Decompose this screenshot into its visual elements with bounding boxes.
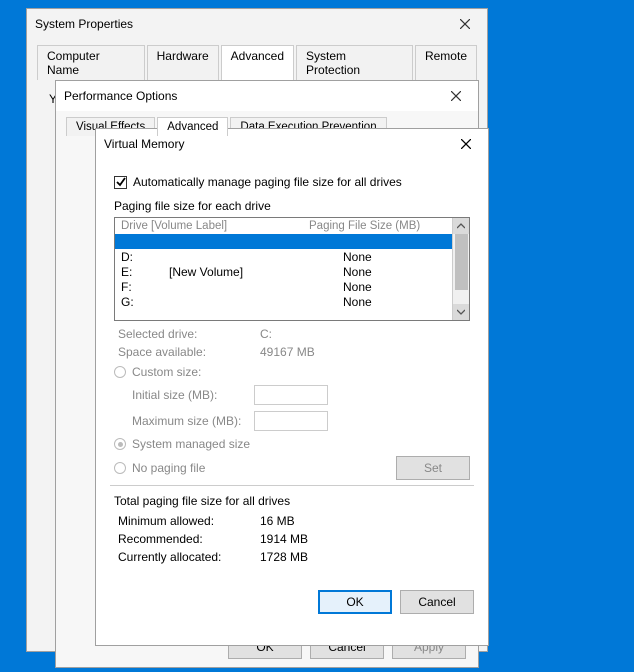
custom-size-radio-row: Custom size:	[114, 365, 470, 379]
drive-list-header: Drive [Volume Label] Paging File Size (M…	[115, 218, 469, 234]
virtual-memory-buttons: OK Cancel	[96, 582, 488, 626]
scroll-thumb[interactable]	[455, 234, 468, 290]
tab-perf-advanced[interactable]: Advanced	[157, 117, 228, 136]
virtual-memory-window: Virtual Memory Automatically manage pagi…	[95, 128, 489, 646]
selected-drive-label: Selected drive:	[118, 327, 248, 341]
total-section-header: Total paging file size for all drives	[114, 494, 470, 508]
recommended-label: Recommended:	[118, 532, 248, 546]
drive-volume-label: [New Volume]	[169, 265, 343, 279]
scroll-down-icon[interactable]	[453, 304, 469, 320]
col-pfs-label: Paging File Size (MB)	[309, 220, 429, 232]
maximum-size-input[interactable]	[254, 411, 328, 431]
drive-letter: G:	[121, 295, 169, 309]
drive-row[interactable]: E: [New Volume] None	[115, 264, 469, 279]
drive-list-scrollbar[interactable]	[452, 218, 469, 320]
tab-system-protection[interactable]: System Protection	[296, 45, 413, 80]
space-available-value: 49167 MB	[260, 345, 470, 359]
drive-pfs: None	[343, 295, 463, 309]
auto-manage-checkbox-row: Automatically manage paging file size fo…	[114, 175, 470, 189]
tab-advanced[interactable]: Advanced	[221, 45, 294, 80]
paging-group-label: Paging file size for each drive	[114, 199, 470, 213]
maximum-size-label: Maximum size (MB):	[132, 414, 246, 428]
system-managed-label: System managed size	[132, 437, 250, 451]
ok-button[interactable]: OK	[318, 590, 392, 614]
system-managed-radio-row: System managed size	[114, 437, 470, 451]
currently-allocated-label: Currently allocated:	[118, 550, 248, 564]
auto-manage-checkbox[interactable]	[114, 176, 127, 189]
tab-remote[interactable]: Remote	[415, 45, 477, 80]
set-button[interactable]: Set	[396, 456, 470, 480]
auto-manage-label: Automatically manage paging file size fo…	[133, 175, 402, 189]
close-icon[interactable]	[452, 133, 480, 155]
drive-row[interactable]: F: None	[115, 279, 469, 294]
initial-size-label: Initial size (MB):	[132, 388, 246, 402]
system-properties-tabs: Computer Name Hardware Advanced System P…	[27, 39, 487, 80]
performance-options-titlebar: Performance Options	[56, 81, 478, 111]
minimum-allowed-label: Minimum allowed:	[118, 514, 248, 528]
drive-row[interactable]: D: None	[115, 249, 469, 264]
system-properties-titlebar: System Properties	[27, 9, 487, 39]
separator	[110, 485, 474, 486]
system-managed-radio[interactable]	[114, 438, 126, 450]
close-icon[interactable]	[442, 85, 470, 107]
system-properties-title: System Properties	[35, 17, 451, 31]
minimum-allowed-value: 16 MB	[260, 514, 470, 528]
no-paging-radio[interactable]	[114, 462, 126, 474]
drive-settings-block: Selected drive: C: Space available: 4916…	[114, 327, 470, 480]
drive-rows: D: None E: [New Volume] None F: None G:	[115, 234, 469, 309]
virtual-memory-body: Automatically manage paging file size fo…	[96, 159, 488, 582]
drive-list: Drive [Volume Label] Paging File Size (M…	[114, 217, 470, 321]
drive-pfs: None	[343, 265, 463, 279]
custom-size-radio[interactable]	[114, 366, 126, 378]
col-drive-label: Drive [Volume Label]	[121, 220, 309, 232]
drive-letter: E:	[121, 265, 169, 279]
drive-row[interactable]: G: None	[115, 294, 469, 309]
custom-size-label: Custom size:	[132, 365, 201, 379]
drive-row[interactable]	[115, 234, 469, 249]
tab-computer-name[interactable]: Computer Name	[37, 45, 145, 80]
no-paging-radio-row: No paging file Set	[114, 456, 470, 480]
drive-pfs: None	[343, 250, 463, 264]
virtual-memory-titlebar: Virtual Memory	[96, 129, 488, 159]
space-available-label: Space available:	[118, 345, 248, 359]
virtual-memory-title: Virtual Memory	[104, 137, 452, 151]
no-paging-label: No paging file	[132, 461, 205, 475]
cancel-button[interactable]: Cancel	[400, 590, 474, 614]
close-icon[interactable]	[451, 13, 479, 35]
tab-hardware[interactable]: Hardware	[147, 45, 219, 80]
recommended-value: 1914 MB	[260, 532, 470, 546]
selected-drive-value: C:	[260, 327, 470, 341]
drive-pfs: None	[343, 280, 463, 294]
initial-size-input[interactable]	[254, 385, 328, 405]
drive-letter: D:	[121, 250, 169, 264]
scroll-up-icon[interactable]	[453, 218, 469, 234]
drive-letter: F:	[121, 280, 169, 294]
currently-allocated-value: 1728 MB	[260, 550, 470, 564]
performance-options-title: Performance Options	[64, 89, 442, 103]
